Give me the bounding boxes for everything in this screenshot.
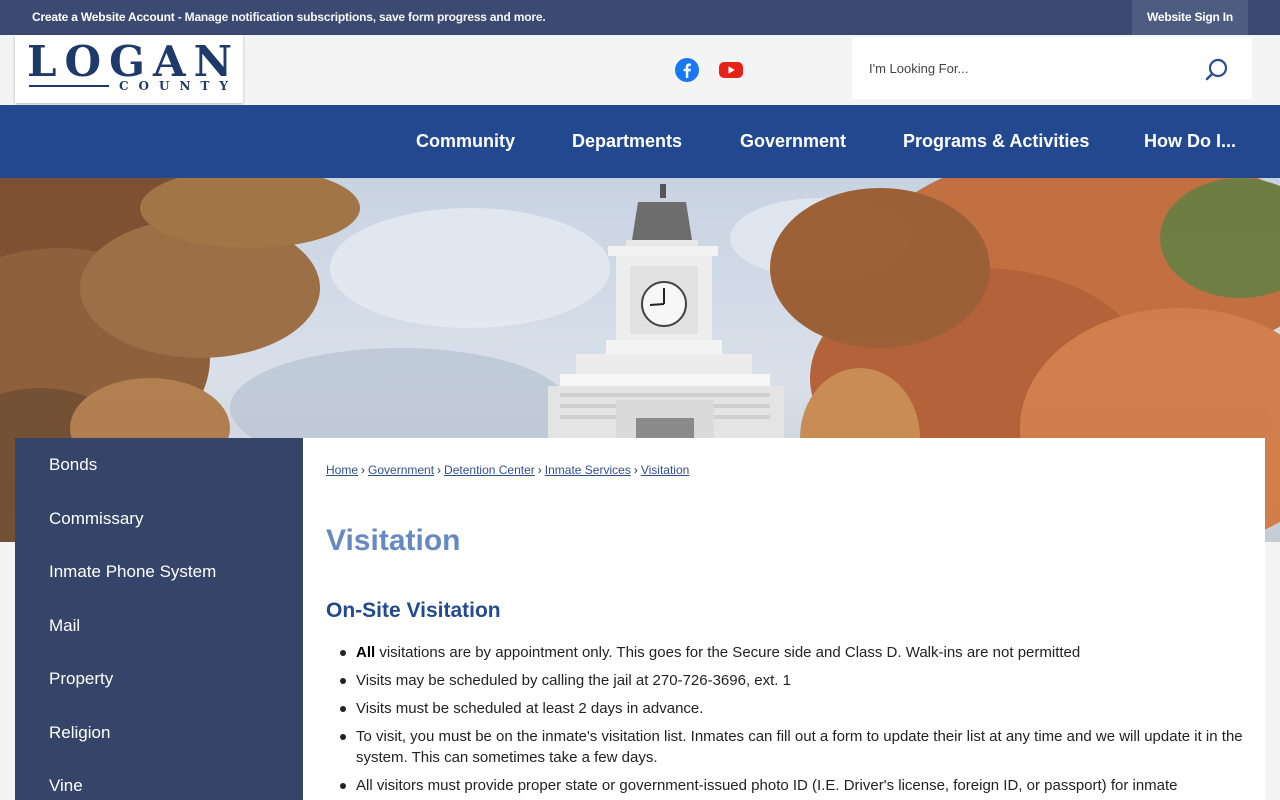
breadcrumb: Home › Government › Detention Center › Inmate … — [326, 463, 690, 477]
breadcrumb-visitation[interactable]: Visitation — [641, 463, 689, 477]
list-item: All visitors must provide proper state o… — [340, 775, 1246, 796]
facebook-icon[interactable] — [674, 57, 700, 83]
breadcrumb-government[interactable]: Government — [368, 463, 434, 477]
search-icon[interactable] — [1204, 57, 1230, 83]
nav-government[interactable]: Government — [740, 105, 846, 178]
sidebar-item-property[interactable]: Property — [49, 669, 113, 689]
list-item: To visit, you must be on the inmate's vi… — [340, 726, 1246, 768]
breadcrumb-inmate-services[interactable]: Inmate Services — [545, 463, 631, 477]
top-bar: Create a Website Account - Manage notifi… — [0, 0, 1280, 35]
list-item-bold: All — [356, 644, 376, 661]
nav-community[interactable]: Community — [416, 105, 515, 178]
breadcrumb-home[interactable]: Home — [326, 463, 358, 477]
list-item: All visitations are by appointment only.… — [340, 642, 1246, 663]
logo-sub-text: COUNTY — [119, 79, 238, 93]
sidebar-item-vine[interactable]: Vine — [49, 776, 83, 796]
create-account-link[interactable]: Create a Website Account - Manage notifi… — [32, 0, 546, 35]
header: LOGAN COUNTY — [0, 35, 1280, 105]
youtube-icon[interactable] — [718, 57, 744, 83]
search-input[interactable] — [852, 37, 1192, 99]
visitation-rules-list: All visitations are by appointment only.… — [340, 642, 1246, 800]
nav-departments[interactable]: Departments — [572, 105, 682, 178]
main-content: Home › Government › Detention Center › Inmate … — [303, 438, 1265, 800]
sidebar-item-bonds[interactable]: Bonds — [49, 455, 97, 475]
create-account-description: - Manage notification subscriptions, sav… — [174, 10, 546, 24]
search-box — [852, 37, 1252, 99]
sidebar-item-mail[interactable]: Mail — [49, 616, 80, 636]
page-title: Visitation — [326, 524, 461, 557]
logo-rule — [29, 85, 109, 87]
list-item: Visits must be scheduled at least 2 days… — [340, 698, 1246, 719]
nav-how-do-i[interactable]: How Do I... — [1144, 105, 1236, 178]
logan-county-logo[interactable]: LOGAN COUNTY — [15, 35, 243, 103]
sidebar-item-inmate-phone-system[interactable]: Inmate Phone System — [49, 562, 216, 582]
breadcrumb-detention-center[interactable]: Detention Center — [444, 463, 535, 477]
sidebar-item-religion[interactable]: Religion — [49, 723, 110, 743]
list-item: Visits may be scheduled by calling the j… — [340, 670, 1246, 691]
website-sign-in-button[interactable]: Website Sign In — [1132, 0, 1248, 35]
main-nav: Community Departments Government Program… — [0, 105, 1280, 178]
section-title: On-Site Visitation — [326, 599, 501, 622]
create-account-strong[interactable]: Create a Website Account — [32, 10, 175, 24]
sidebar-item-commissary[interactable]: Commissary — [49, 509, 143, 529]
nav-programs-activities[interactable]: Programs & Activities — [903, 105, 1089, 178]
list-item-text: visitations are by appointment only. Thi… — [375, 644, 1081, 661]
sidebar: Bonds Commissary Inmate Phone System Mai… — [15, 438, 303, 800]
